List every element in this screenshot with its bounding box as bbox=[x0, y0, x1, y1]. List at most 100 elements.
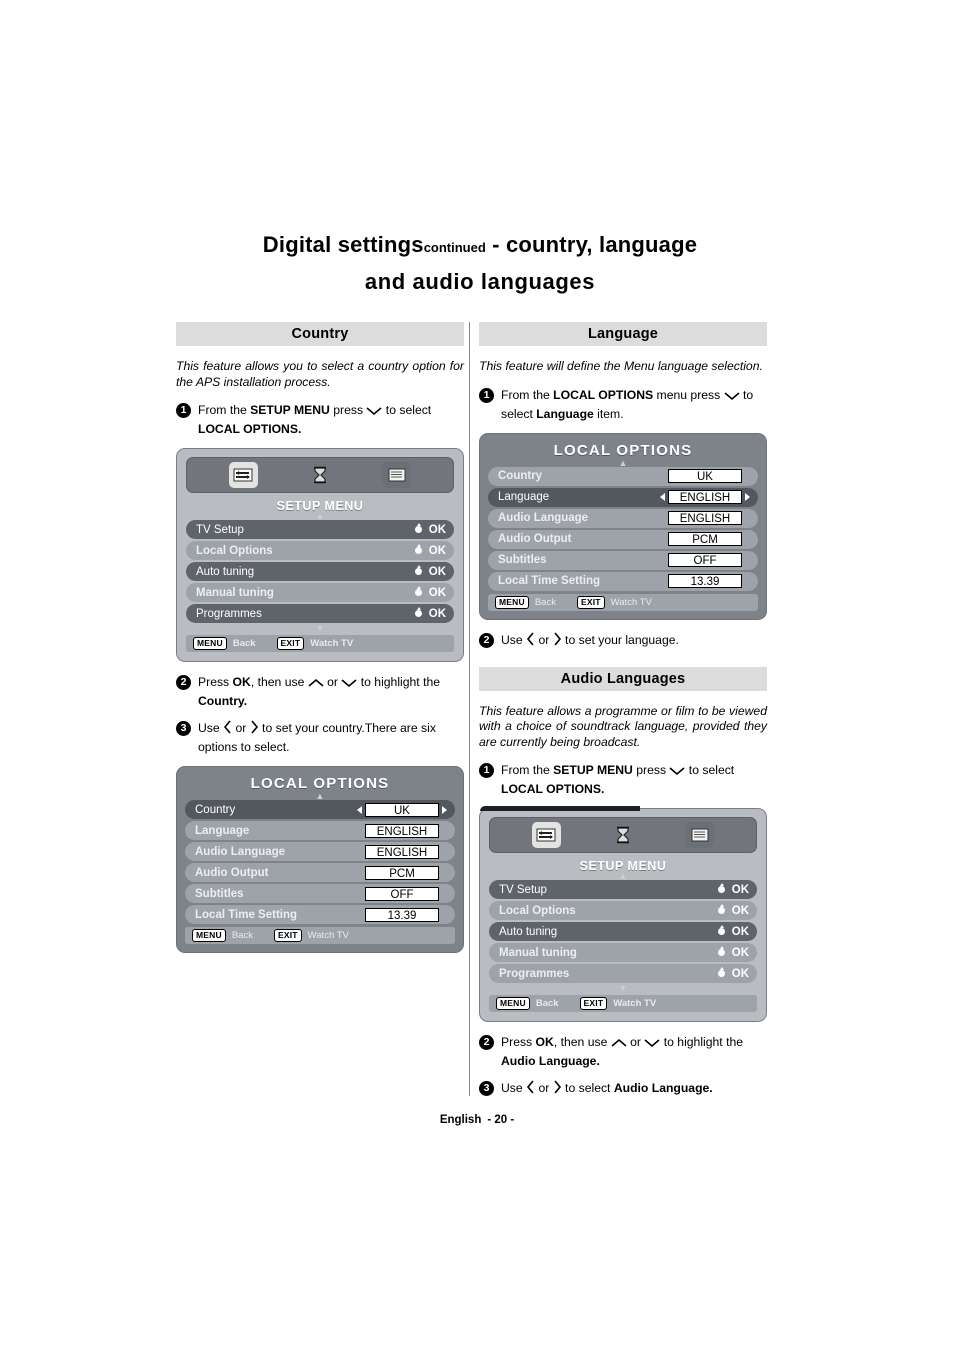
step-number-3: 3 bbox=[479, 1081, 494, 1097]
value-selector[interactable]: ENGLISH bbox=[660, 490, 750, 505]
osd-row-manual-tuning[interactable]: Manual tuning OK bbox=[489, 943, 757, 963]
ok-indicator: OK bbox=[716, 946, 749, 959]
osd-row-value: ENGLISH bbox=[668, 490, 742, 505]
ok-dot-icon bbox=[716, 925, 727, 937]
value-selector: 13.39 bbox=[357, 907, 447, 922]
step-bold: Language bbox=[536, 406, 594, 421]
step-number-1: 1 bbox=[479, 763, 494, 779]
osd-row-tv-setup[interactable]: TV Setup OK bbox=[186, 520, 454, 540]
osd-footer-bar: MENU Back EXIT Watch TV bbox=[186, 635, 454, 653]
step-bold: Audio Language. bbox=[501, 1054, 600, 1069]
arrow-down-icon bbox=[724, 389, 740, 406]
step-bold: Country. bbox=[198, 694, 248, 709]
osd-row-audio-output[interactable]: Audio Output PCM bbox=[185, 863, 455, 883]
osd-row-local-options[interactable]: Local Options OK bbox=[186, 541, 454, 561]
osd-row-value: OK bbox=[731, 904, 749, 917]
value-selector[interactable]: UK bbox=[357, 802, 447, 817]
osd-row-value: OK bbox=[731, 946, 749, 959]
programmes-list-icon[interactable] bbox=[685, 822, 715, 849]
arrow-left-icon[interactable] bbox=[660, 493, 665, 502]
osd-row-label: Audio Output bbox=[195, 866, 269, 879]
osd-row-manual-tuning[interactable]: Manual tuning OK bbox=[186, 583, 454, 603]
arrow-right-icon bbox=[553, 1080, 562, 1099]
menu-action-label: Back bbox=[232, 638, 256, 650]
osd-row-local-time-setting[interactable]: Local Time Setting 13.39 bbox=[185, 905, 455, 925]
tv-setup-icon[interactable] bbox=[531, 822, 561, 849]
osd-row-label: Country bbox=[498, 470, 543, 483]
exit-key[interactable]: EXIT bbox=[576, 595, 605, 609]
step-text: Use bbox=[198, 721, 224, 736]
audio-languages-section-heading: Audio Languages bbox=[479, 666, 767, 691]
tv-setup-icon[interactable] bbox=[228, 462, 258, 489]
osd-row-language[interactable]: Language ENGLISH bbox=[185, 821, 455, 841]
local-options-osd-country: LOCAL OPTIONS ▲ Country UK Language ENGL… bbox=[176, 766, 464, 954]
osd-row-tv-setup[interactable]: TV Setup OK bbox=[489, 880, 757, 900]
local-options-osd-language: LOCAL OPTIONS ▲ Country UK Language ENGL… bbox=[479, 432, 767, 620]
step-text: menu press bbox=[653, 387, 724, 402]
arrow-down-icon bbox=[669, 764, 685, 781]
menu-key[interactable]: MENU bbox=[496, 997, 530, 1011]
osd-row-label: Language bbox=[195, 824, 250, 837]
osd-row-value: UK bbox=[365, 802, 439, 817]
osd-row-country[interactable]: Country UK bbox=[185, 800, 455, 820]
menu-key[interactable]: MENU bbox=[192, 929, 226, 943]
ok-indicator: OK bbox=[413, 523, 446, 536]
step-bold: Audio Language. bbox=[613, 1081, 713, 1096]
osd-row-value: OFF bbox=[365, 886, 439, 901]
osd-row-language[interactable]: Language ENGLISH bbox=[488, 487, 758, 507]
language-step-2: 2 Use or to set your language. bbox=[479, 632, 767, 651]
osd-row-auto-tuning[interactable]: Auto tuning OK bbox=[489, 922, 757, 942]
exit-key[interactable]: EXIT bbox=[276, 637, 305, 651]
osd-row-value: OK bbox=[731, 883, 749, 896]
right-column: Language This feature will define the Me… bbox=[479, 322, 767, 1109]
ok-indicator: OK bbox=[413, 607, 446, 620]
audio-step-1: 1 From the SETUP MENU press to select LO… bbox=[479, 762, 767, 798]
page-title-continued: continued bbox=[423, 240, 486, 255]
programmes-list-icon[interactable] bbox=[382, 462, 412, 489]
osd-row-subtitles[interactable]: Subtitles OFF bbox=[488, 550, 758, 570]
osd-row-subtitles[interactable]: Subtitles OFF bbox=[185, 884, 455, 904]
osd-row-programmes[interactable]: Programmes OK bbox=[186, 604, 454, 624]
osd-row-label: Subtitles bbox=[195, 887, 244, 900]
step-text: Press bbox=[198, 675, 233, 690]
country-step-2: 2 Press OK, then use or to highlight the… bbox=[176, 674, 464, 710]
exit-key[interactable]: EXIT bbox=[579, 997, 608, 1011]
value-selector: 13.39 bbox=[660, 574, 750, 589]
arrow-up-icon bbox=[611, 1036, 627, 1053]
osd-row-auto-tuning[interactable]: Auto tuning OK bbox=[186, 562, 454, 582]
caret-down-icon: ▼ bbox=[618, 983, 628, 994]
osd-row-label: Language bbox=[498, 491, 550, 504]
hourglass-tuning-icon[interactable] bbox=[608, 822, 637, 848]
menu-key[interactable]: MENU bbox=[193, 637, 227, 651]
step-text: or bbox=[232, 721, 250, 736]
step-text: or bbox=[626, 1035, 645, 1050]
osd-top-strip bbox=[480, 806, 641, 812]
step-text: or bbox=[535, 632, 553, 647]
osd-row-local-options[interactable]: Local Options OK bbox=[489, 901, 757, 921]
exit-key[interactable]: EXIT bbox=[273, 929, 302, 943]
arrow-left-icon[interactable] bbox=[357, 805, 362, 814]
osd-row-audio-language[interactable]: Audio Language ENGLISH bbox=[185, 842, 455, 862]
menu-key[interactable]: MENU bbox=[495, 595, 529, 609]
step-bold: OK bbox=[232, 675, 251, 690]
hourglass-tuning-icon[interactable] bbox=[305, 462, 334, 488]
osd-row-programmes[interactable]: Programmes OK bbox=[489, 964, 757, 984]
ok-indicator: OK bbox=[716, 967, 749, 980]
arrow-right-icon[interactable] bbox=[442, 805, 447, 814]
osd-row-country[interactable]: Country UK bbox=[488, 466, 758, 486]
step-text: , then use bbox=[250, 675, 308, 690]
osd-row-local-time-setting[interactable]: Local Time Setting 13.39 bbox=[488, 571, 758, 591]
osd-row-audio-language[interactable]: Audio Language ENGLISH bbox=[488, 508, 758, 528]
caret-down-icon: ▼ bbox=[315, 623, 325, 634]
step-text: From the bbox=[501, 763, 554, 778]
osd-row-audio-output[interactable]: Audio Output PCM bbox=[488, 529, 758, 549]
arrow-down-icon bbox=[341, 676, 357, 693]
osd-footer-bar: MENU Back EXIT Watch TV bbox=[185, 927, 455, 945]
osd-footer-bar: MENU Back EXIT Watch TV bbox=[489, 995, 757, 1013]
osd-row-value: 13.39 bbox=[668, 574, 742, 589]
value-selector: PCM bbox=[660, 532, 750, 547]
osd-row-value: OK bbox=[428, 523, 446, 536]
exit-action-label: Watch TV bbox=[613, 998, 657, 1010]
arrow-right-icon bbox=[553, 632, 562, 651]
arrow-right-icon[interactable] bbox=[745, 493, 750, 502]
